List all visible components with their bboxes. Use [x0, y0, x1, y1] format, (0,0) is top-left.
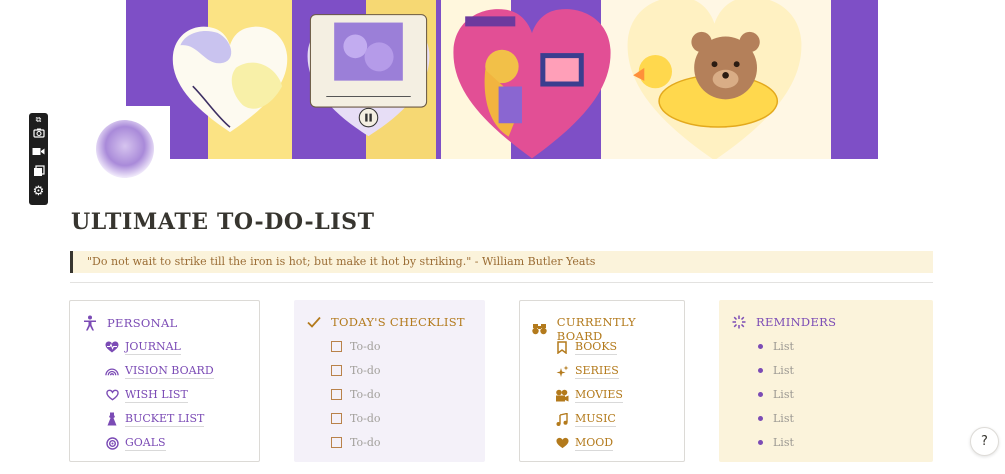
reminder-text[interactable]: List	[773, 340, 794, 353]
camera-icon[interactable]	[32, 127, 45, 140]
books-link[interactable]: BOOKS	[575, 340, 618, 355]
todo-checkbox[interactable]	[331, 412, 342, 424]
journal-link[interactable]: JOURNAL	[125, 340, 181, 355]
bullet	[758, 343, 763, 349]
personal-heading: PERSONAL	[107, 316, 178, 330]
film-camera-icon	[555, 388, 569, 402]
reminders-list: List List List List List	[752, 334, 794, 454]
reminder-text[interactable]: List	[773, 388, 794, 401]
bullet	[758, 415, 763, 421]
reminders-card: REMINDERS List List List List List	[719, 300, 933, 462]
reminder-text[interactable]: List	[773, 412, 794, 425]
series-link[interactable]: SERIES	[575, 364, 619, 379]
music-note-icon	[555, 412, 569, 426]
reminder-text[interactable]: List	[773, 364, 794, 377]
checklist-items: To-do To-do To-do To-do To-do	[331, 334, 381, 454]
binoculars-icon	[532, 321, 548, 337]
todo-text[interactable]: To-do	[350, 364, 381, 377]
personal-links: JOURNAL VISION BOARD WISH LIST BUCKET LI…	[105, 335, 214, 455]
personal-item-goals[interactable]: GOALS	[105, 431, 214, 455]
heart-pulse-icon	[105, 340, 119, 354]
help-button[interactable]: ?	[970, 427, 999, 456]
cover-heart-abstract	[172, 26, 288, 133]
person-icon	[82, 315, 98, 331]
bucket-list-link[interactable]: BUCKET LIST	[125, 412, 205, 427]
cover-heart-bear-duck	[627, 0, 802, 159]
cover-image	[126, 0, 878, 159]
bullet	[758, 391, 763, 397]
goals-link[interactable]: GOALS	[125, 436, 166, 451]
personal-item-bucket-list[interactable]: BUCKET LIST	[105, 407, 214, 431]
board-item-mood[interactable]: MOOD	[555, 431, 623, 455]
rainbow-icon	[105, 364, 119, 378]
music-link[interactable]: MUSIC	[575, 412, 616, 427]
quote-text: "Do not wait to strike till the iron is …	[87, 255, 596, 268]
bookmark-icon	[555, 340, 569, 354]
personal-item-journal[interactable]: JOURNAL	[105, 335, 214, 359]
dress-icon	[105, 412, 119, 426]
checklist-item[interactable]: To-do	[331, 334, 381, 358]
board-item-music[interactable]: MUSIC	[555, 407, 623, 431]
checklist-card: TODAY'S CHECKLIST To-do To-do To-do To-d…	[294, 300, 485, 462]
window-icon[interactable]	[32, 165, 45, 178]
reminders-heading: REMINDERS	[756, 315, 837, 329]
checklist-heading: TODAY'S CHECKLIST	[331, 315, 465, 329]
cover-heart-music-player	[307, 14, 430, 137]
video-icon[interactable]	[32, 146, 45, 159]
personal-card: PERSONAL JOURNAL VISION BOARD WISH LIST …	[69, 300, 260, 462]
vision-board-link[interactable]: VISION BOARD	[125, 364, 214, 379]
cat-moon-icon	[96, 120, 154, 178]
checklist-item[interactable]: To-do	[331, 430, 381, 454]
floating-toolbar: ⧉ ⚙	[29, 113, 48, 205]
cover-heart-pixel-room	[453, 9, 611, 159]
page-icon[interactable]	[84, 106, 170, 186]
movies-link[interactable]: MOVIES	[575, 388, 623, 403]
reminder-item[interactable]: List	[752, 382, 794, 406]
reminder-item[interactable]: List	[752, 430, 794, 454]
gear-icon[interactable]: ⚙	[32, 185, 45, 198]
todo-text[interactable]: To-do	[350, 436, 381, 449]
todo-checkbox[interactable]	[331, 364, 342, 376]
checklist-item[interactable]: To-do	[331, 406, 381, 430]
todo-checkbox[interactable]	[331, 340, 342, 352]
board-item-books[interactable]: BOOKS	[555, 335, 623, 359]
todo-checkbox[interactable]	[331, 436, 342, 448]
loading-sparkle-icon	[731, 314, 747, 330]
checkmark-icon	[306, 314, 322, 330]
board-item-series[interactable]: SERIES	[555, 359, 623, 383]
sparkles-icon	[555, 364, 569, 378]
board-links: BOOKS SERIES MOVIES MUSIC MOOD	[555, 335, 623, 455]
checklist-item[interactable]: To-do	[331, 358, 381, 382]
board-item-movies[interactable]: MOVIES	[555, 383, 623, 407]
reminder-item[interactable]: List	[752, 406, 794, 430]
personal-item-wish-list[interactable]: WISH LIST	[105, 383, 214, 407]
divider	[70, 282, 933, 283]
board-card: CURRENTLY BOARD BOOKS SERIES MOVIES MUSI…	[519, 300, 685, 462]
personal-item-vision-board[interactable]: VISION BOARD	[105, 359, 214, 383]
mood-link[interactable]: MOOD	[575, 436, 614, 451]
todo-text[interactable]: To-do	[350, 412, 381, 425]
copy-icon[interactable]: ⧉	[32, 113, 45, 126]
checklist-item[interactable]: To-do	[331, 382, 381, 406]
todo-checkbox[interactable]	[331, 388, 342, 400]
bullet	[758, 367, 763, 373]
quote-callout: "Do not wait to strike till the iron is …	[70, 251, 933, 273]
todo-text[interactable]: To-do	[350, 388, 381, 401]
todo-text[interactable]: To-do	[350, 340, 381, 353]
page-title: ULTIMATE TO-DO-LIST	[71, 209, 375, 235]
heart-outline-icon	[105, 388, 119, 402]
bullet	[758, 439, 763, 445]
target-icon	[105, 436, 119, 450]
reminder-item[interactable]: List	[752, 358, 794, 382]
reminder-item[interactable]: List	[752, 334, 794, 358]
heart-icon	[555, 436, 569, 450]
reminder-text[interactable]: List	[773, 436, 794, 449]
wish-list-link[interactable]: WISH LIST	[125, 388, 188, 403]
